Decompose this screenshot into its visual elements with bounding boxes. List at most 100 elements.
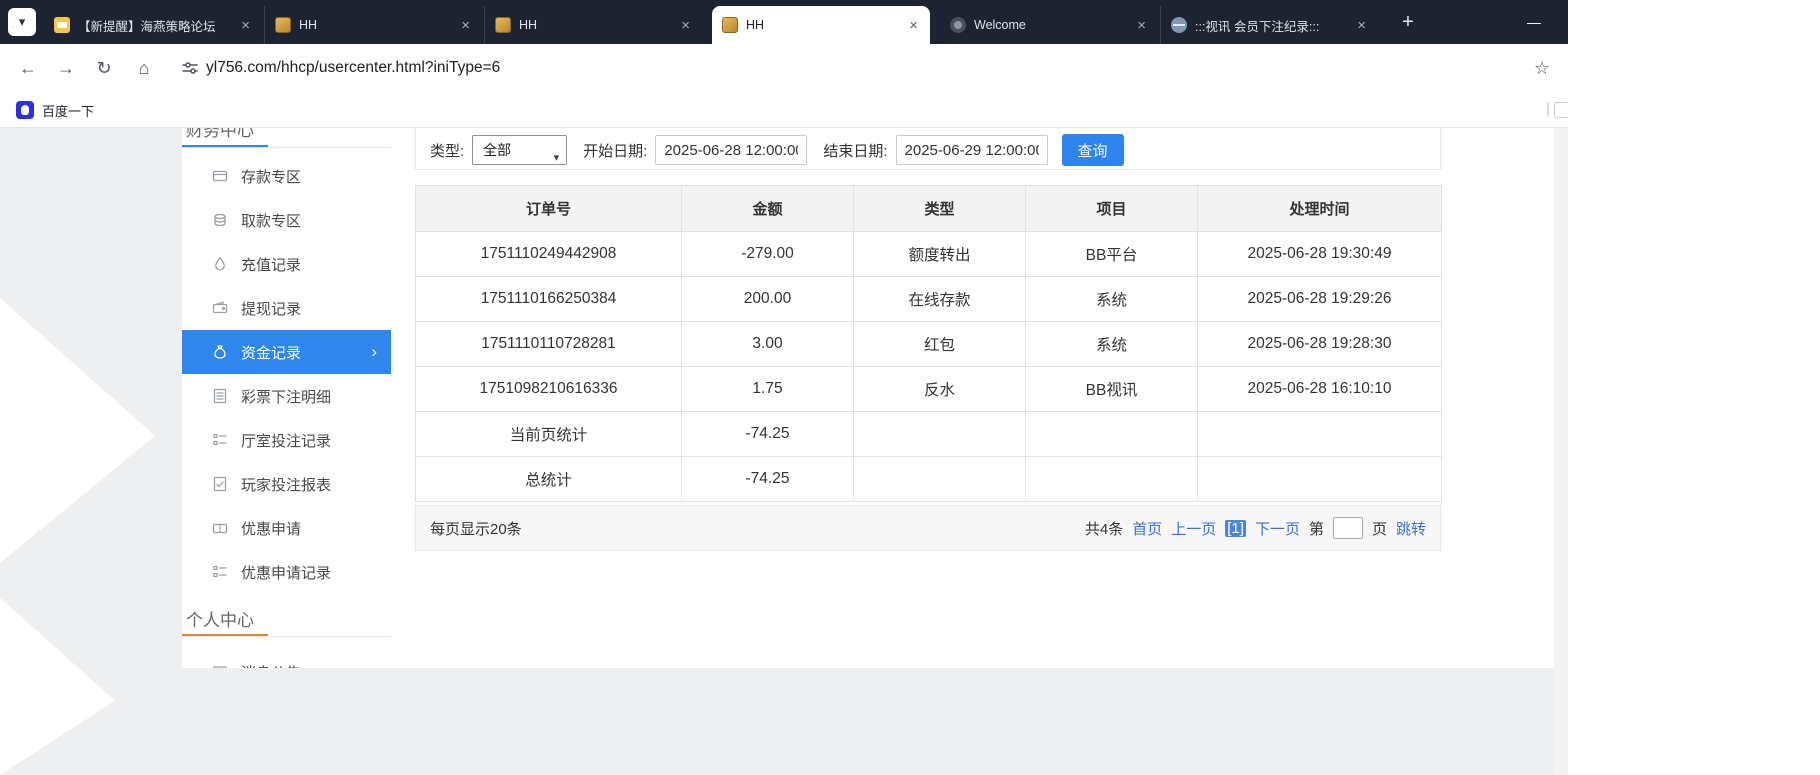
current-page-indicator: [1] bbox=[1225, 520, 1246, 537]
usercenter-panel: 财务中心 存款专区 取款专区 bbox=[182, 128, 1554, 668]
sidebar-item-label: 优惠申请 bbox=[241, 518, 301, 539]
table-row: 1751110166250384 200.00 在线存款 系统 2025-06-… bbox=[416, 277, 1442, 322]
end-date-input[interactable] bbox=[896, 135, 1048, 165]
droplet-icon bbox=[212, 256, 228, 272]
table-row: 1751110249442908 -279.00 额度转出 BB平台 2025-… bbox=[416, 232, 1442, 277]
bank-card-icon bbox=[212, 168, 228, 184]
sidebar-item-label: 玩家投注报表 bbox=[241, 474, 331, 495]
sidebar-item-messages[interactable]: 消息公告 bbox=[182, 650, 391, 668]
sidebar-item-deposit-zone[interactable]: 存款专区 bbox=[182, 154, 391, 198]
hh-favicon-icon bbox=[275, 17, 291, 33]
type-select-value: 全部 bbox=[483, 142, 511, 158]
finance-section-heading: 财务中心 bbox=[186, 128, 254, 141]
column-header-type: 类型 bbox=[854, 186, 1026, 232]
tab-title: HH bbox=[746, 18, 899, 32]
report-check-icon bbox=[212, 476, 228, 492]
table-cell bbox=[854, 412, 1026, 457]
list-icon bbox=[212, 388, 228, 404]
bookmark-star-icon[interactable]: ☆ bbox=[1528, 54, 1556, 82]
tab-close-icon[interactable]: × bbox=[1355, 17, 1368, 34]
table-cell: 系统 bbox=[1026, 277, 1198, 322]
grid-list-icon bbox=[212, 564, 228, 580]
table-header-row: 订单号 金额 类型 项目 处理时间 bbox=[416, 186, 1442, 232]
fund-records-table: 订单号 金额 类型 项目 处理时间 1751110249442908 -279.… bbox=[415, 185, 1442, 502]
tab-title: HH bbox=[519, 18, 671, 32]
back-icon[interactable]: ← bbox=[14, 54, 42, 82]
sidebar-item-room-bet-records[interactable]: 厅室投注记录 bbox=[182, 418, 391, 462]
tab-close-icon[interactable]: × bbox=[679, 17, 692, 34]
tab-close-icon[interactable]: × bbox=[239, 17, 252, 34]
table-row: 1751110110728281 3.00 红包 系统 2025-06-28 1… bbox=[416, 322, 1442, 367]
side-panel-icon[interactable] bbox=[1554, 102, 1568, 118]
table-cell: -74.25 bbox=[682, 412, 854, 457]
table-cell bbox=[1198, 412, 1442, 457]
chevron-right-icon: › bbox=[371, 342, 377, 362]
sidebar-item-label: 资金记录 bbox=[241, 342, 301, 363]
sidebar-item-fund-records[interactable]: 资金记录 › bbox=[182, 330, 391, 374]
table-cell: 红包 bbox=[854, 322, 1026, 367]
address-bar[interactable]: yl756.com/hhcp/usercenter.html?iniType=6 bbox=[206, 44, 500, 92]
filter-bar: 类型: 全部 ▾ 开始日期: 结束日期: 查询 bbox=[415, 128, 1441, 170]
page-jump-pre-label: 第 bbox=[1309, 518, 1324, 539]
table-cell: 总统计 bbox=[416, 457, 682, 502]
browser-tab-2[interactable]: HH × bbox=[264, 6, 482, 44]
prev-page-link[interactable]: 上一页 bbox=[1171, 518, 1216, 539]
table-cell: -74.25 bbox=[682, 457, 854, 502]
browser-tab-3[interactable]: HH × bbox=[484, 6, 702, 44]
money-bag-icon bbox=[212, 344, 228, 360]
browser-tab-4-active[interactable]: HH × bbox=[712, 6, 930, 44]
sidebar-item-promo-apply[interactable]: 优惠申请 bbox=[182, 506, 391, 550]
table-cell: 额度转出 bbox=[854, 232, 1026, 277]
column-header-time: 处理时间 bbox=[1198, 186, 1442, 232]
page-jump-post-label: 页 bbox=[1372, 518, 1387, 539]
minimize-button[interactable]: — bbox=[1512, 6, 1556, 38]
table-cell bbox=[1026, 412, 1198, 457]
table-cell: BB平台 bbox=[1026, 232, 1198, 277]
sidebar-menu-bottom: 消息公告 bbox=[182, 650, 391, 668]
new-tab-button[interactable]: + bbox=[1394, 8, 1422, 36]
next-page-link[interactable]: 下一页 bbox=[1255, 518, 1300, 539]
personal-section-heading: 个人中心 bbox=[186, 606, 254, 631]
table-cell bbox=[854, 457, 1026, 502]
tab-strip: ▾ 【新提醒】海燕策略论坛 × HH × HH × HH × bbox=[0, 0, 1568, 44]
table-cell: 2025-06-28 19:30:49 bbox=[1198, 232, 1442, 277]
table-cell: 1.75 bbox=[682, 367, 854, 412]
end-date-label: 结束日期: bbox=[823, 140, 887, 161]
jump-link[interactable]: 跳转 bbox=[1396, 518, 1426, 539]
tab-search-button[interactable]: ▾ bbox=[8, 8, 36, 36]
sidebar-item-label: 取款专区 bbox=[241, 210, 301, 231]
type-select[interactable]: 全部 ▾ bbox=[472, 135, 567, 165]
pager: 共4条 首页 上一页 [1] 下一页 第 页 跳转 bbox=[1085, 517, 1426, 539]
first-page-link[interactable]: 首页 bbox=[1132, 518, 1162, 539]
tab-close-icon[interactable]: × bbox=[459, 17, 472, 34]
sidebar-item-player-bet-report[interactable]: 玩家投注报表 bbox=[182, 462, 391, 506]
table-cell: 反水 bbox=[854, 367, 1026, 412]
select-arrow-icon: ▾ bbox=[554, 144, 560, 172]
sidebar-item-label: 彩票下注明细 bbox=[241, 386, 331, 407]
sidebar-item-promo-apply-records[interactable]: 优惠申请记录 bbox=[182, 550, 391, 594]
bookmark-label: 百度一下 bbox=[42, 101, 94, 120]
bookmark-baidu[interactable]: 百度一下 bbox=[10, 96, 100, 124]
table-row: 1751098210616336 1.75 反水 BB视讯 2025-06-28… bbox=[416, 367, 1442, 412]
sidebar-item-recharge-records[interactable]: 充值记录 bbox=[182, 242, 391, 286]
scrollbar-track[interactable] bbox=[1554, 128, 1568, 775]
coins-icon bbox=[212, 212, 228, 228]
browser-tab-1[interactable]: 【新提醒】海燕策略论坛 × bbox=[44, 6, 262, 44]
home-icon[interactable]: ⌂ bbox=[130, 54, 158, 82]
sidebar: 财务中心 存款专区 取款专区 bbox=[182, 128, 391, 668]
browser-tab-6[interactable]: :::视讯 会员下注纪录::: × bbox=[1160, 6, 1378, 44]
site-info-icon[interactable] bbox=[180, 58, 200, 78]
query-button[interactable]: 查询 bbox=[1062, 134, 1124, 166]
forward-icon[interactable]: → bbox=[52, 54, 80, 82]
sidebar-item-withdraw-zone[interactable]: 取款专区 bbox=[182, 198, 391, 242]
start-date-input[interactable] bbox=[655, 135, 807, 165]
screen: ▾ 【新提醒】海燕策略论坛 × HH × HH × HH × bbox=[0, 0, 1820, 775]
browser-tab-5[interactable]: Welcome × bbox=[940, 6, 1158, 44]
page-jump-input[interactable] bbox=[1333, 517, 1363, 539]
tab-close-icon[interactable]: × bbox=[1135, 17, 1148, 34]
sidebar-item-lottery-bet-details[interactable]: 彩票下注明细 bbox=[182, 374, 391, 418]
refresh-icon[interactable]: ↻ bbox=[90, 54, 118, 82]
pagination-bar: 每页显示20条 共4条 首页 上一页 [1] 下一页 第 页 跳转 bbox=[415, 505, 1441, 551]
sidebar-item-withdrawal-records[interactable]: 提现记录 bbox=[182, 286, 391, 330]
tab-close-icon[interactable]: × bbox=[907, 17, 920, 34]
